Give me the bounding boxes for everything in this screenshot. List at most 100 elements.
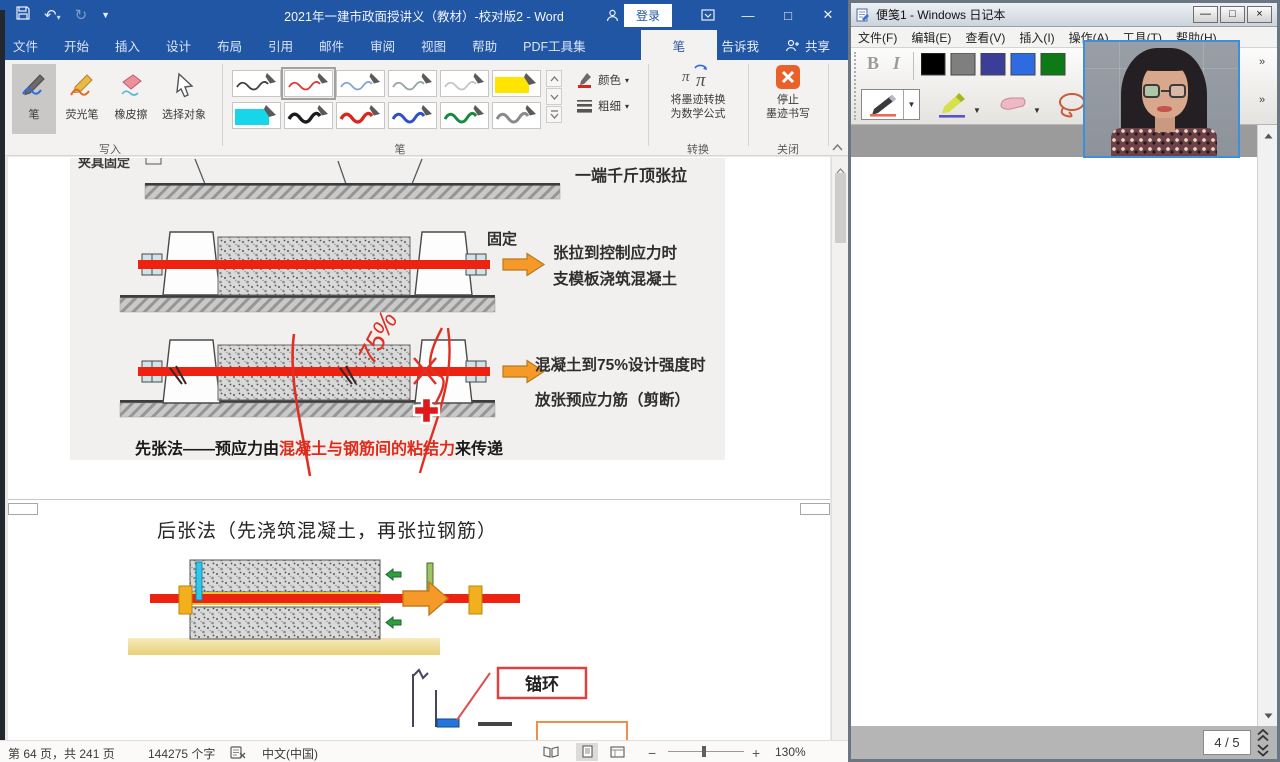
journal-note-page[interactable] bbox=[851, 157, 1257, 726]
swatch-dark-blue[interactable] bbox=[981, 53, 1005, 75]
pen-gallery-cell-selected[interactable] bbox=[284, 70, 333, 97]
pen-gallery-cell[interactable] bbox=[232, 70, 281, 97]
previous-page-button[interactable] bbox=[1253, 728, 1273, 742]
gallery-up-icon[interactable] bbox=[546, 70, 562, 87]
word-scrollbar[interactable] bbox=[831, 157, 848, 740]
pen-tool-button[interactable]: 笔 bbox=[12, 64, 56, 134]
journal-minimize-button[interactable]: — bbox=[1193, 6, 1218, 23]
pen-gallery-cell[interactable] bbox=[440, 70, 489, 97]
highlighter-tool-button[interactable]: 荧光笔 bbox=[58, 64, 106, 134]
menu-insert[interactable]: 插入(I) bbox=[1012, 29, 1061, 46]
journal-pen-button[interactable]: ▼ bbox=[861, 89, 920, 120]
minimize-button[interactable]: — bbox=[728, 0, 768, 30]
close-button[interactable]: ✕ bbox=[808, 0, 848, 30]
ribbon-display-options-icon[interactable] bbox=[688, 0, 728, 30]
save-icon[interactable] bbox=[16, 6, 30, 25]
journal-scrollbar[interactable] bbox=[1257, 125, 1277, 726]
pen-gallery-cell[interactable] bbox=[492, 70, 541, 97]
word-count-status[interactable]: 144275 个字 bbox=[148, 745, 215, 762]
share-button[interactable]: 共享 bbox=[785, 36, 830, 55]
journal-eraser-button[interactable] bbox=[997, 94, 1029, 119]
tab-file[interactable]: 文件 bbox=[0, 30, 51, 60]
pen-gallery-cell[interactable] bbox=[336, 102, 385, 129]
journal-titlebar: 便笺1 - Windows 日记本 — □ × bbox=[851, 3, 1277, 27]
ink-thickness-button[interactable]: 粗细▾ bbox=[576, 98, 629, 114]
presenter-fringe bbox=[1138, 54, 1192, 71]
tab-review[interactable]: 审阅 bbox=[357, 30, 408, 60]
tell-me-button[interactable]: 告诉我 bbox=[703, 36, 759, 55]
journal-scroll-up-icon[interactable] bbox=[1258, 127, 1278, 144]
journal-highlighter-button[interactable] bbox=[935, 91, 969, 124]
read-mode-icon[interactable] bbox=[543, 746, 559, 761]
page-indicator[interactable]: 4 / 5 bbox=[1203, 730, 1251, 755]
zoom-slider-thumb[interactable] bbox=[702, 746, 706, 757]
language-status[interactable]: 中文(中国) bbox=[262, 745, 318, 762]
tab-insert[interactable]: 插入 bbox=[102, 30, 153, 60]
tab-layout[interactable]: 布局 bbox=[204, 30, 255, 60]
toolbar-overflow-icon[interactable]: » bbox=[1259, 94, 1264, 106]
page-corner-mark bbox=[800, 503, 830, 515]
web-layout-icon[interactable] bbox=[610, 746, 625, 761]
svg-text:π: π bbox=[682, 69, 690, 85]
pen-gallery-cell[interactable] bbox=[388, 70, 437, 97]
screen: ↶▾ ↻ ▼ 2021年一建市政面授讲义（教材）-校对版2 - Word 登录 … bbox=[0, 0, 1280, 762]
pen-gallery-cell[interactable] bbox=[232, 102, 281, 129]
collapse-ribbon-icon[interactable] bbox=[832, 138, 843, 156]
zoom-out-button[interactable]: − bbox=[648, 745, 656, 761]
menu-edit[interactable]: 编辑(E) bbox=[904, 29, 958, 46]
menu-view[interactable]: 查看(V) bbox=[958, 29, 1012, 46]
proofing-status-icon[interactable] bbox=[230, 746, 246, 762]
maximize-button[interactable]: □ bbox=[768, 0, 808, 30]
pen-gallery-cell[interactable] bbox=[492, 102, 541, 129]
color-swatches bbox=[921, 53, 1071, 77]
tab-pdf-tools[interactable]: PDF工具集 bbox=[510, 30, 599, 60]
undo-icon[interactable]: ↶▾ bbox=[44, 8, 61, 23]
ink-to-math-button[interactable]: ππ 将墨迹转换为数学公式 bbox=[652, 64, 744, 122]
tab-mailings[interactable]: 邮件 bbox=[306, 30, 357, 60]
tab-help[interactable]: 帮助 bbox=[459, 30, 510, 60]
zoom-slider-track[interactable] bbox=[668, 751, 744, 752]
zoom-in-button[interactable]: + bbox=[752, 745, 760, 761]
zoom-level[interactable]: 130% bbox=[775, 745, 806, 759]
page-number-status[interactable]: 第 64 页，共 241 页 bbox=[8, 745, 115, 762]
print-layout-icon[interactable] bbox=[576, 743, 598, 761]
pen-gallery-cell[interactable] bbox=[336, 70, 385, 97]
italic-button[interactable]: I bbox=[893, 53, 900, 74]
stop-inking-button[interactable]: 停止墨迹书写 bbox=[752, 64, 824, 122]
journal-close-button[interactable]: × bbox=[1247, 6, 1272, 23]
eraser-dropdown-icon[interactable]: ▼ bbox=[1033, 100, 1041, 118]
journal-scroll-down-icon[interactable] bbox=[1258, 707, 1278, 724]
select-objects-button[interactable]: 选择对象 bbox=[156, 64, 212, 134]
sign-in-label[interactable]: 登录 bbox=[624, 4, 672, 27]
tab-references[interactable]: 引用 bbox=[255, 30, 306, 60]
swatch-black[interactable] bbox=[921, 53, 945, 75]
gallery-more-icon[interactable] bbox=[546, 106, 562, 123]
qat-customize-icon[interactable]: ▼ bbox=[101, 11, 110, 20]
swatch-blue[interactable] bbox=[1011, 53, 1035, 75]
ink-color-button[interactable]: 颜色▾ bbox=[576, 72, 629, 88]
tab-design[interactable]: 设计 bbox=[153, 30, 204, 60]
sign-in-button[interactable]: 登录 bbox=[606, 4, 672, 27]
step3-line2: 放张预应力筋（剪断） bbox=[534, 390, 690, 409]
pen-gallery-cell[interactable] bbox=[284, 102, 333, 129]
menu-file[interactable]: 文件(F) bbox=[851, 29, 904, 46]
presenter-shoulders bbox=[1111, 128, 1217, 158]
pen-gallery-cell[interactable] bbox=[388, 102, 437, 129]
journal-maximize-button[interactable]: □ bbox=[1220, 6, 1245, 23]
swatch-green[interactable] bbox=[1041, 53, 1065, 75]
highlighter-dropdown-icon[interactable]: ▼ bbox=[973, 100, 981, 118]
pen-gallery-cell[interactable] bbox=[440, 102, 489, 129]
document-canvas[interactable]: 夹具固定 一端千斤顶张拉 固定 bbox=[0, 157, 831, 740]
bold-button[interactable]: B bbox=[867, 53, 879, 74]
redo-icon[interactable]: ↻ bbox=[75, 8, 88, 23]
next-page-button[interactable] bbox=[1253, 743, 1273, 757]
scroll-thumb[interactable] bbox=[835, 173, 846, 243]
word-status-bar: 第 64 页，共 241 页 144275 个字 中文(中国) − + 130% bbox=[0, 740, 848, 762]
tab-home[interactable]: 开始 bbox=[51, 30, 102, 60]
swatch-gray[interactable] bbox=[951, 53, 975, 75]
tab-view[interactable]: 视图 bbox=[408, 30, 459, 60]
pen-dropdown-icon[interactable]: ▼ bbox=[904, 90, 919, 119]
toolbar-overflow-icon[interactable]: » bbox=[1259, 56, 1264, 68]
gallery-down-icon[interactable] bbox=[546, 88, 562, 105]
eraser-tool-button[interactable]: 橡皮擦 bbox=[108, 64, 154, 134]
